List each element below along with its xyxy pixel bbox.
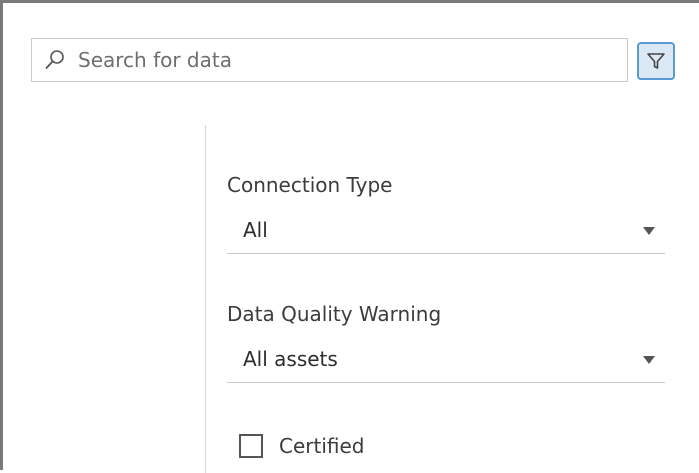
data-quality-warning-label: Data Quality Warning [227, 302, 442, 326]
search-icon [42, 47, 68, 73]
connection-type-select[interactable]: All [227, 210, 665, 254]
data-quality-warning-select[interactable]: All assets [227, 339, 665, 383]
filter-button[interactable] [637, 42, 675, 80]
panel-divider [205, 125, 206, 473]
filter-icon [645, 50, 667, 72]
data-search-panel: Connection Type All Data Quality Warning… [0, 0, 699, 473]
search-box[interactable] [31, 38, 628, 82]
connection-type-value: All [243, 218, 268, 242]
data-quality-warning-value: All assets [243, 347, 338, 371]
certified-checkbox[interactable] [239, 434, 263, 458]
chevron-down-icon [643, 356, 655, 364]
connection-type-label: Connection Type [227, 173, 393, 197]
certified-label: Certified [279, 434, 365, 458]
chevron-down-icon [643, 227, 655, 235]
search-input[interactable] [78, 42, 618, 78]
certified-checkbox-row[interactable]: Certified [239, 431, 365, 461]
